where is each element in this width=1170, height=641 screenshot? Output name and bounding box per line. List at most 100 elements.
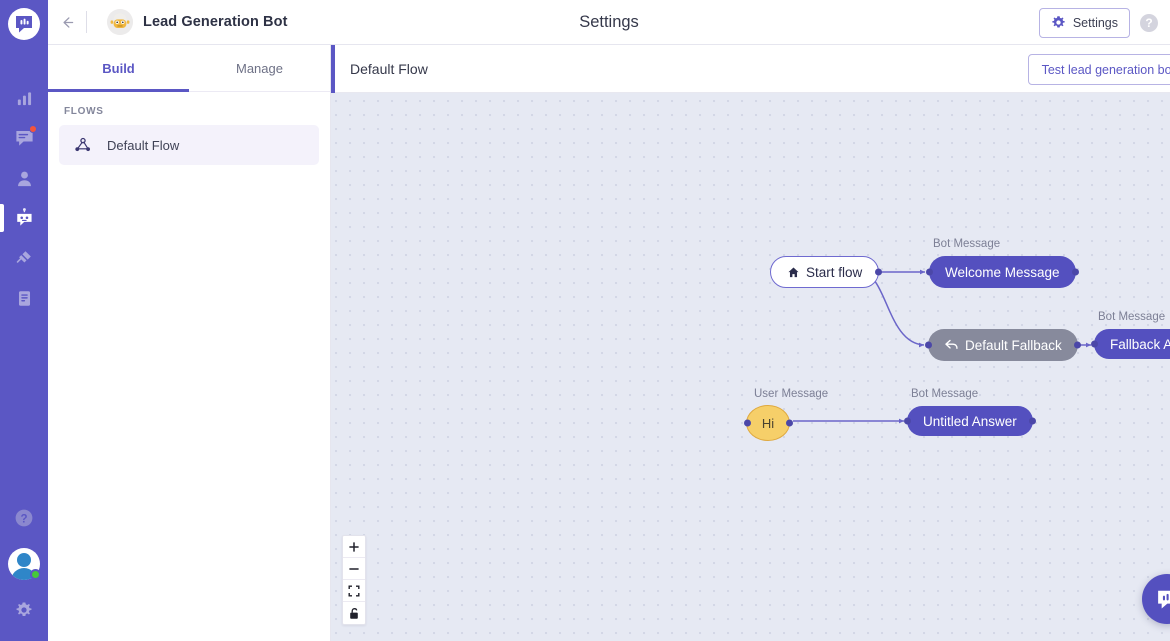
rail-item-list	[0, 78, 48, 318]
avatar-head	[17, 553, 31, 567]
lock-icon	[350, 607, 358, 619]
rail-bottom-group: ?	[0, 495, 48, 633]
flow-editor: Default Flow Test lead generation bot St…	[331, 45, 1170, 641]
help-icon[interactable]: ?	[1140, 13, 1158, 32]
primary-nav-rail: ?	[0, 0, 48, 641]
node-caption-bot-message: Bot Message	[911, 388, 979, 400]
bar-chart-icon	[17, 91, 31, 105]
node-welcome-message-label: Welcome Message	[945, 264, 1060, 280]
user-icon	[17, 171, 31, 186]
sidebar-item-analytics[interactable]	[0, 78, 48, 118]
app-root: ? Lead Generation Bot Settings Settings …	[0, 0, 1170, 641]
plus-icon	[349, 541, 359, 552]
home-icon	[788, 266, 799, 277]
settings-button-label: Settings	[1072, 15, 1118, 30]
top-bar: Lead Generation Bot Settings Settings ?	[48, 0, 1170, 45]
node-port-out[interactable]	[874, 268, 882, 276]
node-start-flow-body[interactable]: Start flow	[770, 256, 882, 288]
robot-avatar-icon	[107, 9, 133, 35]
node-default-fallback[interactable]: Default Fallback	[924, 329, 1082, 361]
reply-arrow-icon	[945, 339, 958, 349]
flow-title: Default Flow	[350, 60, 428, 77]
chat-bars-icon	[1157, 590, 1170, 608]
notification-badge	[29, 125, 37, 133]
node-welcome-message[interactable]: Bot Message Welcome Message	[925, 238, 1080, 288]
flows-section-label: FLOWS	[64, 106, 104, 117]
sidebar-item-profile[interactable]	[0, 541, 48, 587]
node-port-in[interactable]	[743, 419, 751, 427]
settings-button[interactable]: Settings	[1038, 7, 1130, 38]
flow-accent-bar	[331, 45, 335, 93]
node-port-out[interactable]	[1072, 268, 1080, 276]
back-button[interactable]	[48, 0, 86, 45]
tab-manage[interactable]: Manage	[189, 45, 330, 91]
node-untitled-answer-body[interactable]: Untitled Answer	[903, 406, 1037, 436]
node-default-fallback-label: Default Fallback	[965, 337, 1062, 353]
toolbar-divider	[86, 11, 87, 33]
node-welcome-message-body[interactable]: Welcome Message	[925, 256, 1080, 288]
node-port-in[interactable]	[924, 341, 932, 349]
node-user-message-hi[interactable]: User Message Hi	[743, 388, 828, 441]
node-port-in[interactable]	[903, 417, 911, 425]
sidebar-item-settings[interactable]	[0, 587, 48, 633]
topbar-actions: Settings ?	[1038, 0, 1160, 45]
node-port-in[interactable]	[925, 268, 933, 276]
flow-header: Default Flow Test lead generation bot	[331, 45, 1170, 93]
online-status-dot	[30, 569, 41, 580]
avatar	[8, 548, 41, 580]
test-bot-button-label: Test lead generation bot	[1041, 62, 1170, 77]
node-default-fallback-body[interactable]: Default Fallback	[924, 329, 1082, 361]
node-port-out[interactable]	[1074, 341, 1082, 349]
flow-canvas[interactable]: Start flow Bot Message Welcome Message D…	[331, 93, 1170, 641]
svg-text:?: ?	[20, 513, 27, 525]
test-bot-button[interactable]: Test lead generation bot	[1027, 54, 1170, 85]
lock-canvas-button[interactable]	[343, 602, 365, 624]
node-fallback-answer-label: Fallback Answer	[1110, 336, 1170, 352]
panel-tabs: Build Manage	[48, 45, 330, 92]
node-port-out[interactable]	[785, 419, 793, 427]
node-untitled-answer-label: Untitled Answer	[923, 413, 1017, 429]
arrow-left-icon	[62, 16, 73, 28]
sidebar-item-help[interactable]: ?	[0, 495, 48, 541]
sidebar-item-bots[interactable]	[0, 198, 48, 238]
zoom-in-button[interactable]	[343, 536, 365, 558]
node-caption-bot-message: Bot Message	[933, 238, 1001, 250]
flow-nodes-icon	[75, 137, 90, 152]
node-port-in[interactable]	[1090, 340, 1098, 348]
node-start-flow[interactable]: Start flow	[770, 256, 882, 288]
gear-icon	[16, 602, 32, 617]
app-logo[interactable]	[8, 8, 40, 40]
fit-view-button[interactable]	[343, 580, 365, 602]
sidebar-item-broadcast[interactable]	[0, 238, 48, 278]
node-untitled-answer[interactable]: Bot Message Untitled Answer	[903, 388, 1037, 436]
sidebar-item-conversations[interactable]	[0, 118, 48, 158]
node-start-flow-label: Start flow	[806, 264, 863, 280]
minus-icon	[349, 567, 359, 570]
question-mark-icon: ?	[15, 509, 33, 527]
node-user-message-hi-label: Hi	[761, 415, 775, 431]
zoom-out-button[interactable]	[343, 558, 365, 580]
clipboard-icon	[18, 290, 30, 306]
sidebar-item-forms[interactable]	[0, 278, 48, 318]
node-port-out[interactable]	[1029, 417, 1037, 425]
flow-edges	[793, 269, 1091, 424]
fit-view-icon	[348, 585, 360, 596]
flow-list-item-label: Default Flow	[107, 137, 180, 153]
bot-identity: Lead Generation Bot	[107, 9, 288, 35]
node-fallback-answer-body[interactable]: Fallback Answer	[1090, 329, 1170, 359]
bot-name: Lead Generation Bot	[143, 14, 288, 30]
gear-icon	[1052, 16, 1065, 28]
megaphone-icon	[16, 251, 31, 263]
node-caption-bot-message: Bot Message	[1098, 311, 1166, 323]
node-user-message-hi-body[interactable]: Hi	[743, 405, 793, 441]
node-fallback-answer[interactable]: Bot Message Fallback Answer	[1090, 311, 1170, 359]
node-caption-user-message: User Message	[754, 388, 829, 400]
robot-icon	[16, 207, 32, 226]
main-content: Lead Generation Bot Settings Settings ? …	[48, 0, 1170, 641]
flow-list-item-default-flow[interactable]: Default Flow	[59, 125, 319, 165]
build-panel: Build Manage FLOWS Default Flow	[48, 45, 331, 641]
tab-build[interactable]: Build	[48, 45, 189, 92]
active-indicator	[0, 204, 4, 232]
sidebar-item-contacts[interactable]	[0, 158, 48, 198]
canvas-zoom-controls	[342, 535, 366, 625]
